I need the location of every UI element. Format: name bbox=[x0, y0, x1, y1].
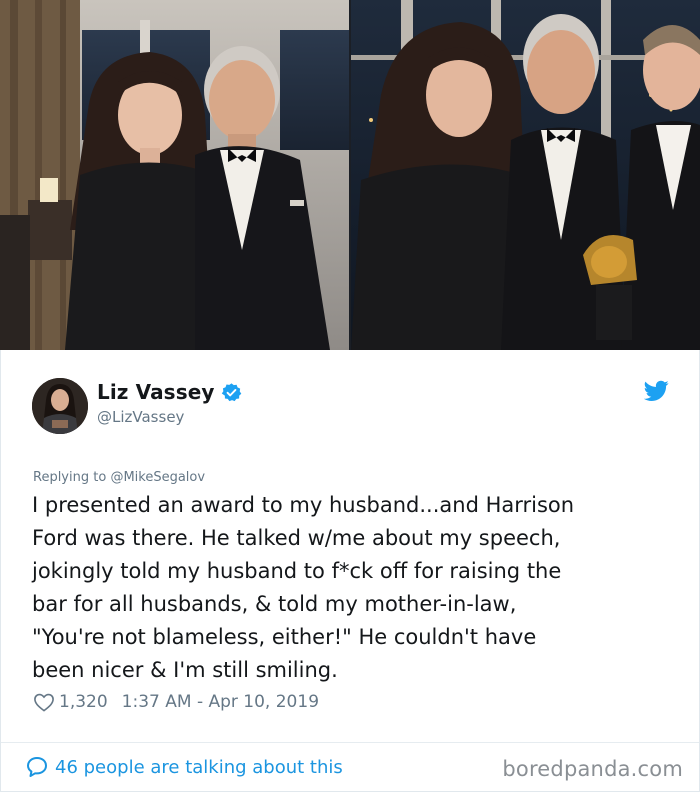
left-photo-illustration bbox=[0, 0, 349, 350]
conversation-link[interactable]: 46 people are talking about this bbox=[25, 755, 343, 779]
display-name[interactable]: Liz Vassey bbox=[97, 380, 215, 404]
speech-bubble-icon bbox=[27, 757, 47, 777]
bird-logo-icon[interactable] bbox=[644, 380, 669, 402]
avatar-image bbox=[32, 378, 88, 434]
right-photo-illustration bbox=[351, 0, 700, 350]
conversation-label[interactable]: 46 people are talking about this bbox=[55, 757, 343, 778]
tweet-author: Liz Vassey @LizVassey bbox=[97, 380, 242, 426]
right-photo[interactable] bbox=[351, 0, 700, 350]
like-count[interactable]: 1,320 bbox=[59, 692, 108, 712]
left-photo[interactable] bbox=[0, 0, 349, 350]
tweet-card: Liz Vassey @LizVassey Replying to @MikeS… bbox=[0, 350, 700, 792]
divider bbox=[1, 742, 699, 743]
tweet-text: I presented an award to my husband...and… bbox=[32, 493, 575, 682]
timestamp[interactable]: 1:37 AM - Apr 10, 2019 bbox=[122, 692, 319, 712]
display-name-row[interactable]: Liz Vassey bbox=[97, 380, 242, 404]
watermark: boredpanda.com bbox=[502, 757, 683, 781]
verified-badge-icon bbox=[221, 382, 241, 401]
handle[interactable]: @LizVassey bbox=[97, 408, 242, 426]
replying-mention-link[interactable]: @MikeSegalov bbox=[110, 470, 205, 485]
replying-to: Replying to @MikeSegalov bbox=[33, 470, 205, 485]
replying-prefix: Replying to bbox=[33, 470, 111, 485]
heart-icon[interactable] bbox=[33, 692, 55, 712]
tweet-meta: 1,320 1:37 AM - Apr 10, 2019 bbox=[33, 692, 319, 712]
avatar[interactable] bbox=[32, 378, 88, 434]
photo-strip bbox=[0, 0, 700, 350]
